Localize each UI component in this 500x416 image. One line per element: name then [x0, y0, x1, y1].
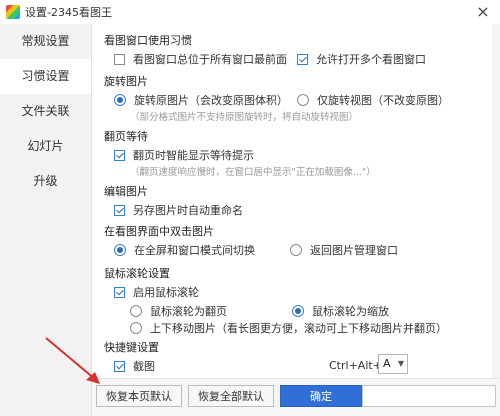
- section-title-view-window: 看图窗口使用习惯: [104, 34, 192, 47]
- always-on-top-checkbox[interactable]: [114, 53, 125, 65]
- smart-wait-checkbox[interactable]: [114, 149, 125, 161]
- section-title-double-click: 在看图界面中双击图片: [104, 225, 214, 238]
- page-wait-note: （翻页速度响应慢时，在窗口居中显示"正在加载图像..."）: [130, 167, 376, 178]
- chevron-down-icon: ▼: [397, 359, 404, 368]
- option-multi-window[interactable]: 允许打开多个看图窗口: [297, 51, 426, 67]
- move-updown-radio[interactable]: [130, 322, 142, 334]
- wheel-page-radio[interactable]: [130, 305, 142, 317]
- multi-window-checkbox[interactable]: [297, 53, 308, 65]
- option-enable-wheel[interactable]: 启用鼠标滚轮: [114, 284, 199, 300]
- hotkey-key-select[interactable]: A ▼: [378, 354, 408, 374]
- toggle-fullscreen-radio[interactable]: [114, 244, 126, 256]
- section-title-rotate: 旋转图片: [104, 75, 148, 88]
- option-return-manager[interactable]: 返回图片管理窗口: [290, 242, 398, 258]
- sidebar-item-file-association[interactable]: 文件关联: [0, 94, 91, 129]
- option-wheel-zoom[interactable]: 鼠标滚轮为缩放: [292, 303, 389, 319]
- section-title-edit-image: 编辑图片: [104, 185, 148, 198]
- restore-all-defaults-button[interactable]: 恢复全部默认: [188, 385, 274, 407]
- rotate-original-radio[interactable]: [114, 94, 126, 106]
- annotation-arrow-icon: [45, 337, 100, 384]
- window-title: 设置-2345看图王: [25, 6, 112, 19]
- sidebar-item-habits[interactable]: 习惯设置: [0, 59, 91, 94]
- settings-footer: 恢复本页默认 恢复全部默认 确定: [92, 378, 500, 416]
- section-title-wheel: 鼠标滚轮设置: [104, 267, 170, 280]
- hotkey-combo: Ctrl+Alt+: [329, 359, 382, 372]
- option-wheel-page[interactable]: 鼠标滚轮为翻页: [130, 303, 227, 319]
- option-auto-rename[interactable]: 另存图片时自动重命名: [114, 202, 243, 218]
- option-move-updown[interactable]: 上下移动图片（看长图更方便，滚动可上下移动图片并翻页）: [130, 320, 447, 336]
- option-always-on-top[interactable]: 看图窗口总位于所有窗口最前面: [114, 51, 287, 67]
- wheel-zoom-radio[interactable]: [292, 305, 304, 317]
- title-bar: 设置-2345看图王 ×: [0, 0, 500, 24]
- auto-rename-checkbox[interactable]: [114, 204, 125, 216]
- cancel-button[interactable]: [362, 385, 496, 407]
- sidebar-item-general[interactable]: 常规设置: [0, 24, 91, 59]
- return-manager-radio[interactable]: [290, 244, 302, 256]
- sidebar-item-slideshow[interactable]: 幻灯片: [0, 129, 91, 164]
- rotate-view-radio[interactable]: [297, 94, 309, 106]
- option-toggle-fullscreen[interactable]: 在全屏和窗口模式间切换: [114, 242, 255, 258]
- close-button[interactable]: ×: [474, 3, 492, 21]
- option-smart-wait[interactable]: 翻页时智能显示等待提示: [114, 147, 254, 163]
- settings-content: 看图窗口使用习惯 看图窗口总位于所有窗口最前面 允许打开多个看图窗口 旋转图片 …: [92, 24, 500, 378]
- option-rotate-original[interactable]: 旋转原图片（会改变原图体积）: [114, 92, 288, 108]
- rotate-note: （部分格式图片不支持原图旋转时，将自动旋转视图）: [130, 112, 359, 123]
- option-screenshot[interactable]: 截图: [114, 358, 155, 374]
- sidebar-item-upgrade[interactable]: 升级: [0, 164, 91, 199]
- option-rotate-view[interactable]: 仅旋转视图（不改变原图）: [297, 92, 449, 108]
- vertical-scrollbar[interactable]: [492, 24, 500, 378]
- app-logo-icon: [6, 5, 20, 19]
- confirm-button[interactable]: 确定: [280, 385, 362, 407]
- enable-wheel-checkbox[interactable]: [114, 286, 125, 298]
- section-title-page-wait: 翻页等待: [104, 130, 148, 143]
